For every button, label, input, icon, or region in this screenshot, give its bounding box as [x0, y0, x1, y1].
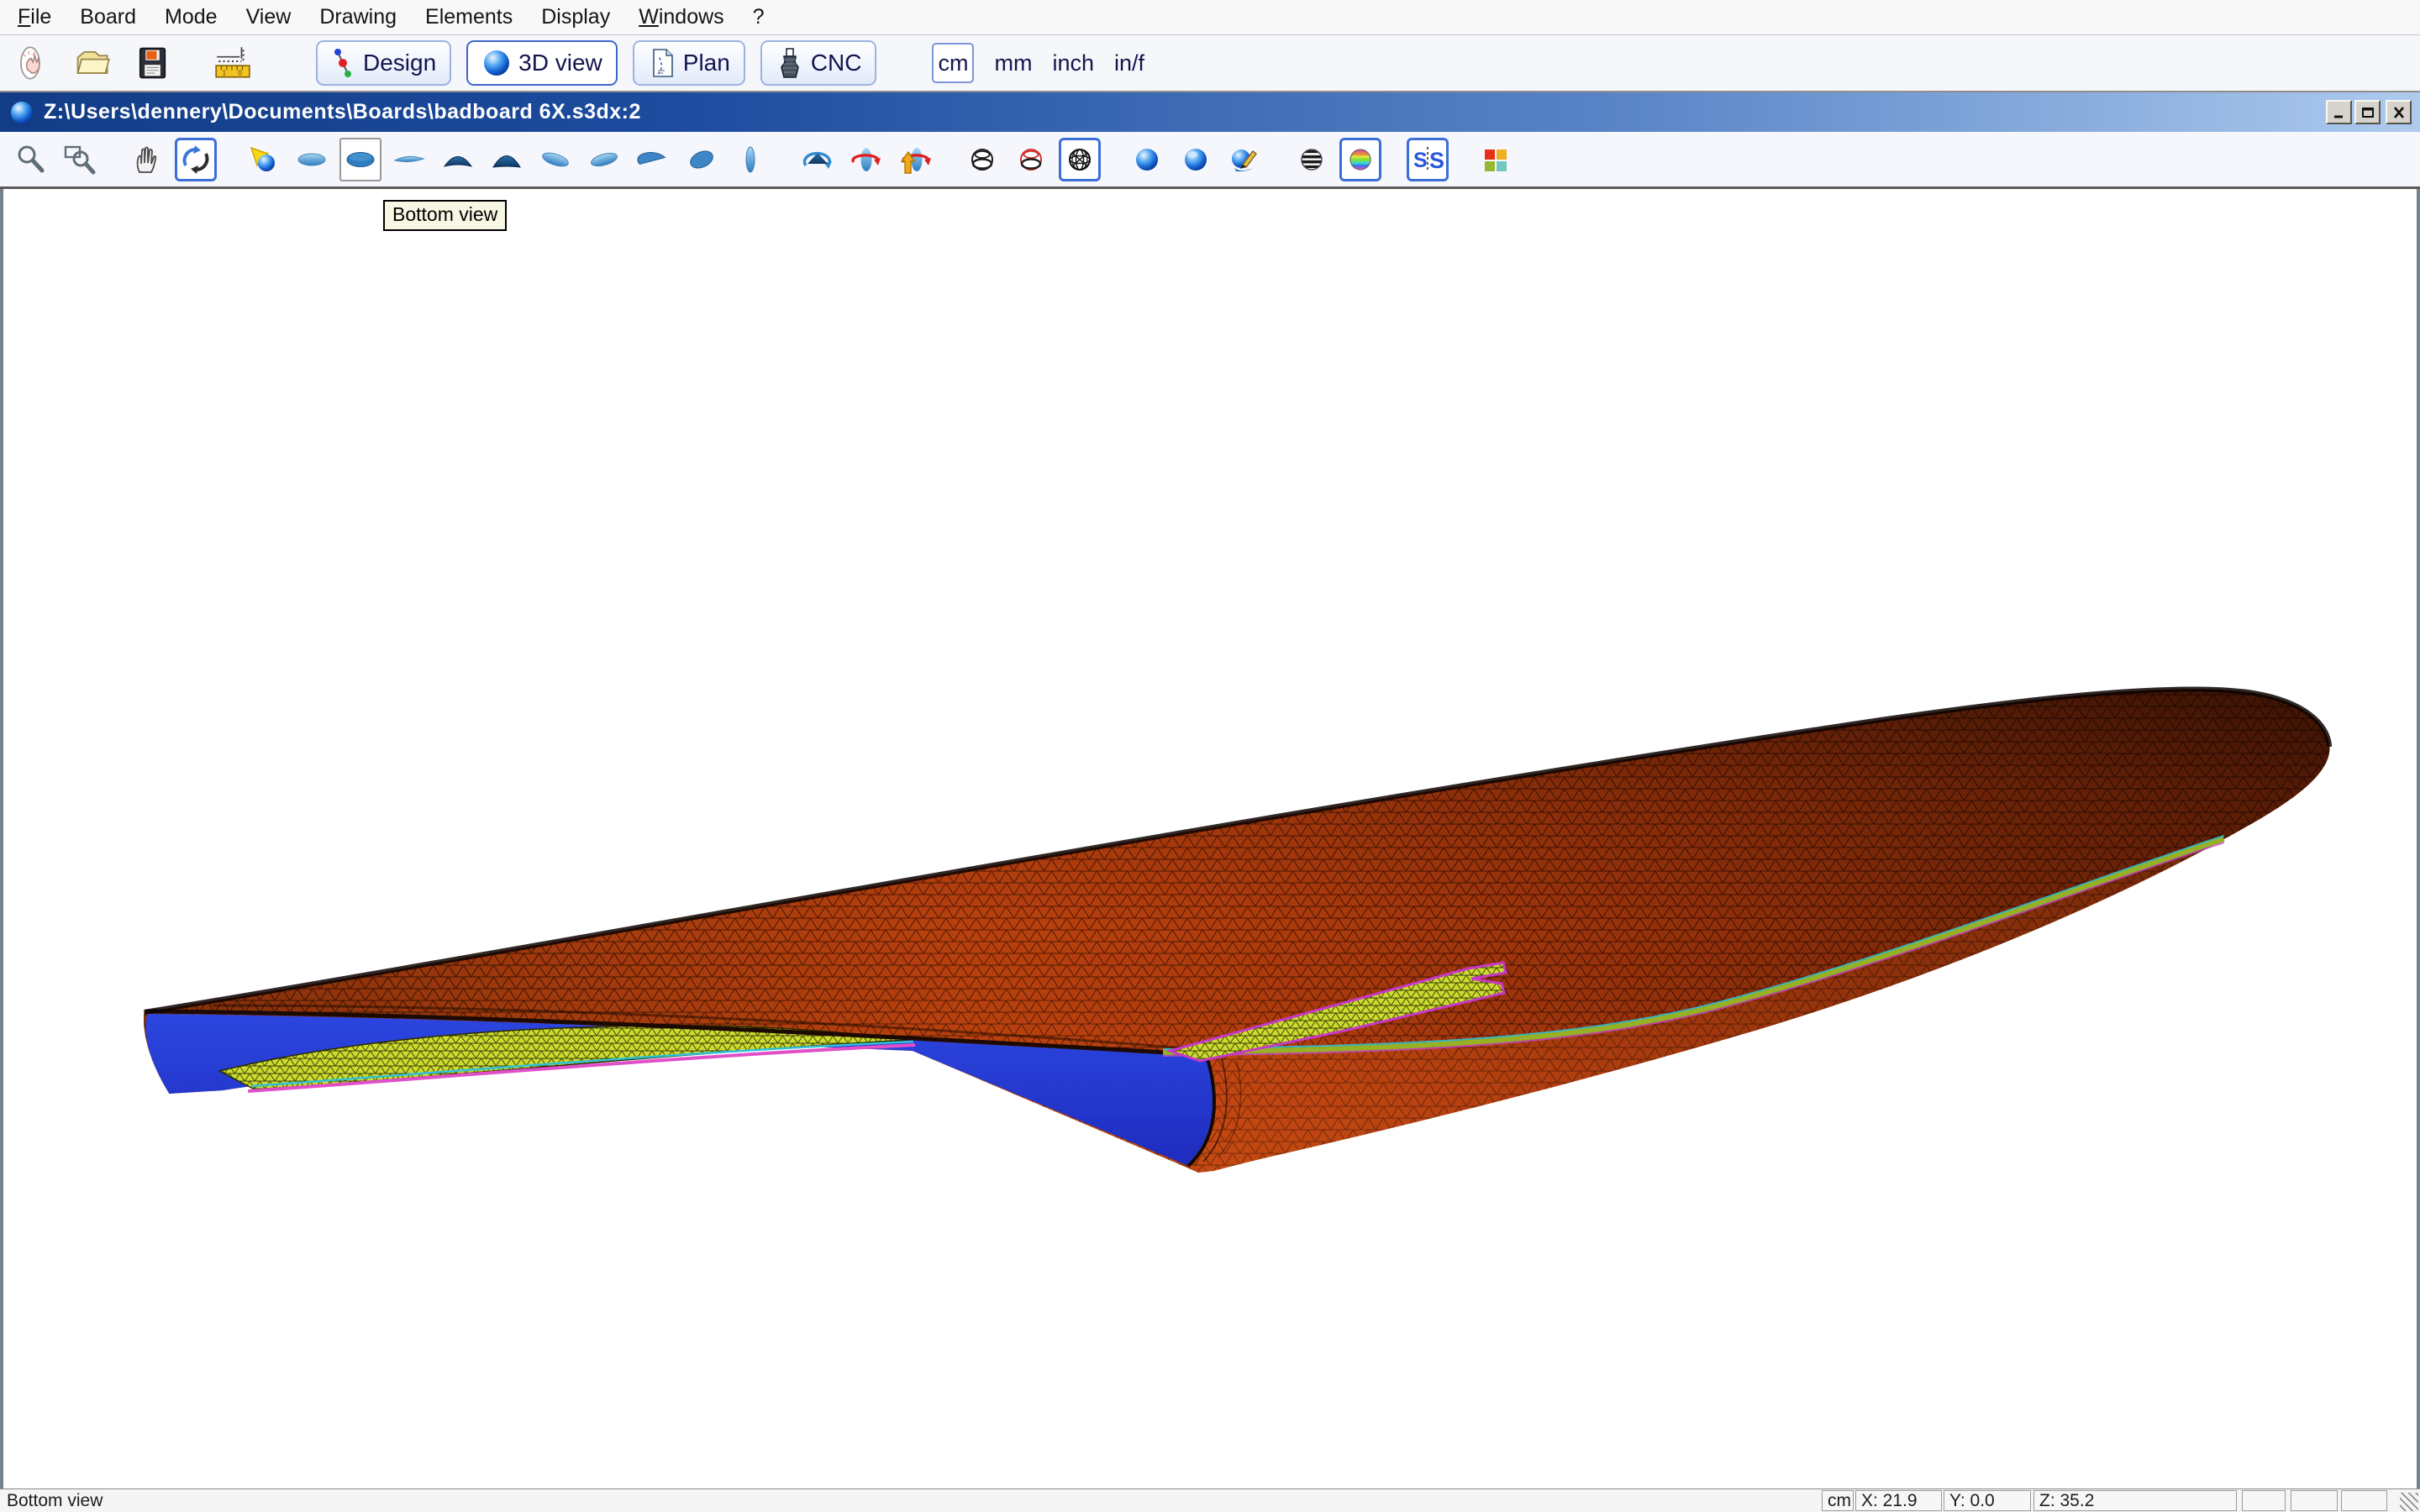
status-z-coordinate: Z: 35.2	[2033, 1490, 2237, 1511]
open-folder-icon[interactable]	[72, 41, 111, 85]
wireframe-mesh-icon[interactable]	[1059, 138, 1101, 181]
menu-board[interactable]: Board	[66, 5, 150, 29]
status-bar: Bottom view cm X: 21.9 Y: 0.0 Z: 35.2	[0, 1488, 2420, 1512]
cnc-icon	[776, 46, 804, 80]
resize-grip[interactable]	[2400, 1493, 2418, 1511]
rotate-yaw-icon[interactable]	[845, 138, 887, 181]
viewport-3d[interactable]: Bottom view	[0, 189, 2420, 1488]
menu-display[interactable]: Display	[527, 5, 624, 29]
save-icon[interactable]	[133, 41, 171, 85]
top-view-icon[interactable]	[291, 138, 333, 181]
view-toolbar: S S	[0, 132, 2420, 189]
maximize-button[interactable]	[2354, 100, 2381, 124]
svg-text:0: 0	[238, 69, 242, 77]
unit-inf[interactable]: in/f	[1104, 50, 1155, 76]
rotate-3d-icon[interactable]	[175, 138, 217, 181]
pan-icon[interactable]	[126, 138, 168, 181]
bottom-view-icon[interactable]	[339, 138, 381, 181]
shaded-render-icon[interactable]	[1126, 138, 1168, 181]
minimize-icon	[2332, 106, 2347, 119]
status-empty-panel-3	[2341, 1490, 2387, 1511]
side-view-icon[interactable]	[388, 138, 430, 181]
menu-view[interactable]: View	[232, 5, 306, 29]
symmetry-view-icon[interactable]: S S	[1407, 138, 1449, 181]
zoom-icon[interactable]	[10, 138, 52, 181]
units-group: cm mm inch in/f	[932, 43, 1155, 83]
curvature-map-icon[interactable]	[1339, 138, 1381, 181]
status-y-coordinate: Y: 0.0	[1944, 1490, 2031, 1511]
rotate-pitch-icon[interactable]	[797, 138, 839, 181]
menu-file[interactable]: File	[3, 5, 66, 29]
minimize-button[interactable]	[2326, 100, 2352, 124]
menu-elements[interactable]: Elements	[411, 5, 527, 29]
3d-view-button[interactable]: 3D view	[466, 40, 618, 86]
menu-drawing[interactable]: Drawing	[305, 5, 411, 29]
svg-text:S: S	[1413, 149, 1428, 172]
plan-button[interactable]: Plan	[633, 40, 745, 86]
rotate-roll-icon[interactable]	[894, 138, 936, 181]
close-button[interactable]	[2386, 100, 2412, 124]
document-icon	[8, 99, 35, 126]
design-icon	[331, 46, 356, 80]
perspective-top-right-icon[interactable]	[583, 138, 625, 181]
maximize-icon	[2360, 106, 2375, 119]
back-view-icon[interactable]	[486, 138, 528, 181]
svg-text:1: 1	[222, 69, 226, 77]
board-3d-render	[3, 189, 2417, 1488]
zoom-window-icon[interactable]	[59, 138, 101, 181]
document-title: Z:\Users\dennery\Documents\Boards\badboa…	[44, 100, 2323, 124]
document-title-bar[interactable]: Z:\Users\dennery\Documents\Boards\badboa…	[0, 92, 2420, 132]
unit-inch[interactable]: inch	[1042, 50, 1104, 76]
zebra-stripes-icon[interactable]	[1291, 138, 1333, 181]
tooltip-bottom-view: Bottom view	[383, 200, 507, 231]
wireframe-red-icon[interactable]	[1010, 138, 1052, 181]
new-board-icon[interactable]	[12, 41, 50, 85]
close-icon	[2391, 106, 2407, 119]
3d-view-icon	[481, 48, 512, 78]
unit-mm[interactable]: mm	[984, 50, 1042, 76]
status-x-coordinate: X: 21.9	[1855, 1490, 1942, 1511]
perspective-bottom-left-icon[interactable]	[632, 138, 674, 181]
status-view-name: Bottom view	[7, 1491, 103, 1511]
color-settings-icon[interactable]	[1474, 138, 1516, 181]
wireframe-white-icon[interactable]	[961, 138, 1003, 181]
perspective-bottom-right-icon[interactable]	[681, 138, 723, 181]
paint-render-icon[interactable]	[1223, 138, 1265, 181]
dimensions-ruler-icon[interactable]: 1 0	[213, 41, 252, 85]
status-empty-panel-2	[2291, 1490, 2338, 1511]
menu-bar: File Board Mode View Drawing Elements Di…	[0, 0, 2420, 35]
menu-windows[interactable]: Windows	[624, 5, 738, 29]
main-toolbar: 1 0 Design 3D view Plan	[0, 35, 2420, 92]
plan-icon	[648, 46, 676, 80]
profile-view-icon[interactable]	[729, 138, 771, 181]
design-button[interactable]: Design	[316, 40, 451, 86]
svg-text:S: S	[1429, 148, 1444, 173]
menu-mode[interactable]: Mode	[150, 5, 232, 29]
front-view-icon[interactable]	[437, 138, 479, 181]
cnc-button[interactable]: CNC	[760, 40, 877, 86]
smooth-render-icon[interactable]	[1175, 138, 1217, 181]
menu-help[interactable]: ?	[739, 5, 779, 29]
lighting-icon[interactable]	[242, 138, 284, 181]
status-unit: cm	[1822, 1490, 1854, 1511]
status-empty-panel-1	[2242, 1490, 2286, 1511]
unit-cm[interactable]: cm	[932, 43, 974, 83]
perspective-top-left-icon[interactable]	[534, 138, 576, 181]
